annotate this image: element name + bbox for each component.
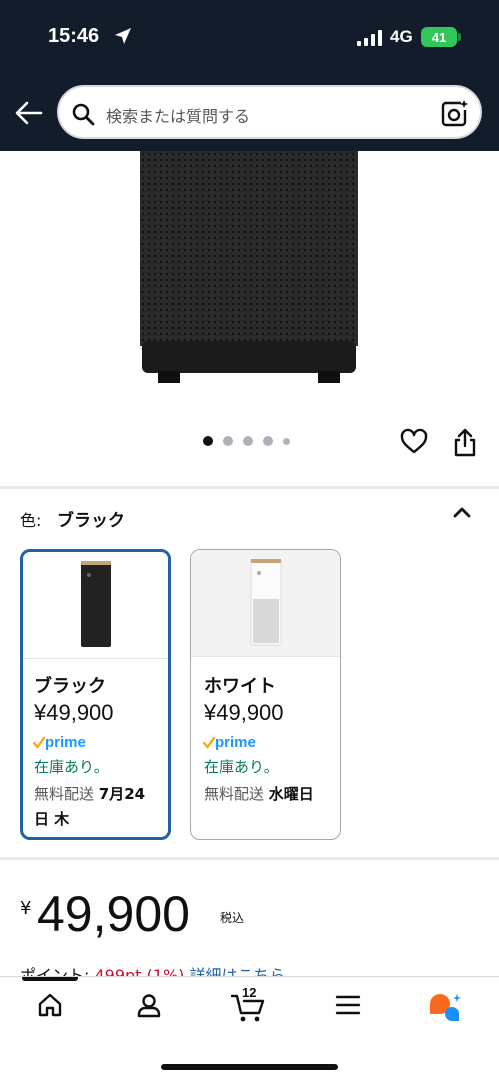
image-carousel-dots [203,436,290,446]
battery-level: 41 [431,29,447,45]
white-purifier-image [250,559,281,646]
battery-icon: 41 [421,27,457,47]
cart-icon [230,994,265,1022]
points-percent: (1%) [146,966,185,976]
section-divider [0,857,499,860]
ai-assistant-icon[interactable] [428,992,464,1024]
carousel-dot[interactable] [263,436,273,446]
color-variant-white[interactable]: ホワイト ¥49,900 prime 在庫あり。 無料配送 水曜日 [190,549,341,840]
search-icon [72,103,95,126]
delivery-prefix: 無料配送 [34,785,99,803]
delivery-date: 水曜日 [268,785,314,803]
delivery-info: 無料配送 7月24日 木 [34,782,159,832]
search-input[interactable]: 検索または質問する [57,85,482,139]
carousel-dot[interactable] [203,436,213,446]
variant-price: ¥49,900 [204,700,284,725]
black-purifier-image [80,561,111,647]
carousel-dot[interactable] [223,436,233,446]
color-selected-value: ブラック [57,511,125,531]
location-arrow-icon [115,28,131,44]
prime-check-icon [203,736,215,749]
stock-status: 在庫あり。 [34,758,109,776]
carousel-dot[interactable] [243,436,253,446]
tax-note: 税込 [220,911,245,925]
status-time: 15:46 [48,25,100,47]
variant-thumbnail [23,552,168,659]
network-type: 4G [390,27,413,46]
share-icon[interactable] [452,428,478,458]
chevron-up-icon[interactable] [450,500,474,524]
delivery-prefix: 無料配送 [204,785,269,803]
prime-label: prime [215,734,256,751]
variant-thumbnail [191,550,340,657]
variant-name: ブラック [34,676,106,697]
menu-icon[interactable] [335,992,361,1018]
heart-icon[interactable] [400,428,428,456]
price-currency: ¥ [20,898,32,919]
points-value: 499pt [94,966,142,976]
section-divider [0,486,499,489]
product-image[interactable] [140,151,358,386]
home-indicator [161,1064,338,1070]
delivery-info: 無料配送 水曜日 [204,782,329,807]
price-amount: 49,900 [37,886,190,942]
color-variant-black[interactable]: ブラック ¥49,900 prime 在庫あり。 無料配送 7月24日 木 [20,549,171,840]
account-icon[interactable] [136,992,162,1018]
signal-icon [357,30,382,46]
points-line: ポイント: 499pt (1%) 詳細はこちら [20,962,286,976]
cart-button[interactable]: 12 [230,985,266,1023]
points-prefix: ポイント: [20,966,95,976]
color-label: 色: [20,511,42,530]
prime-label: prime [45,734,86,751]
back-arrow-icon[interactable] [14,98,44,128]
prime-badge: prime [203,734,256,751]
camera-icon[interactable] [441,99,469,127]
carousel-dot[interactable] [283,437,290,445]
search-placeholder: 検索または質問する [106,107,251,126]
battery-tip [458,33,461,41]
variant-price: ¥49,900 [34,700,114,725]
prime-badge: prime [33,734,86,751]
app-header: 15:46 4G 41 検索または質問する [0,0,499,151]
stock-status: 在庫あり。 [204,758,279,776]
home-icon[interactable] [37,992,63,1018]
active-tab-indicator [22,977,78,981]
variant-name: ホワイト [204,676,276,697]
prime-check-icon [33,736,45,749]
points-detail-link[interactable]: 詳細はこちら [190,966,286,976]
